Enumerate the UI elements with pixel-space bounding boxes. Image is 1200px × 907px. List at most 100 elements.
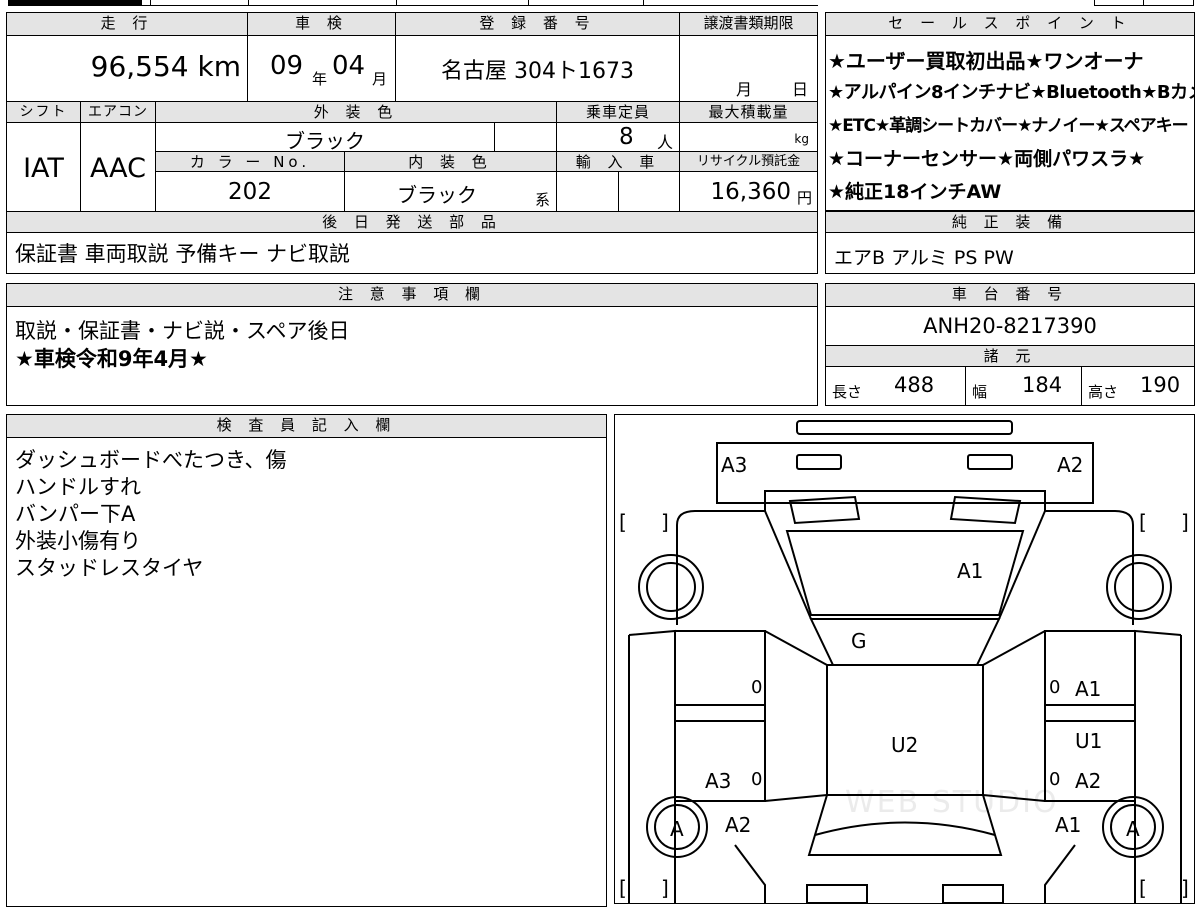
specs-width-cell: 幅 184 [965,366,1082,406]
specs-header: 諸 元 [825,345,1195,367]
dmg-left-lower-code: A3 [705,769,732,793]
notes-line-2: ★車検令和9年4月★ [15,347,208,371]
inspector-body: ダッシュボードべたつき、傷 ハンドルすれ バンパー下A 外装小傷有り スタッドレ… [6,437,607,907]
svg-text:[: [ [619,876,627,900]
ac-cell: AAC [80,122,156,212]
car-diagram: [ ] [ ] [ ] [ ] [619,420,1189,903]
transfer-cell: 月 日 [679,35,818,102]
dmg-right-upper-count: 0 [1049,677,1061,698]
sales-point-line-5: ★純正18インチAW [828,181,1002,203]
shaken-year: 09 [270,51,304,81]
transfer-header: 譲渡書類期限 [679,12,818,36]
load-cell: kg [679,122,818,152]
plate-value: 名古屋 304ト1673 [441,59,634,84]
interior-cell: ブラック 系 [344,171,557,212]
recycle-value: 16,360 [710,179,791,205]
interior-header: 内 装 色 [344,151,557,172]
sales-points-body: ★ユーザー買取初出品★ワンオーナ ★アルパイン8インチナビ★Bluetooth★… [825,35,1195,211]
genuine-equipment-value: エアB アルミ PS PW [834,247,1014,269]
svg-text:]: ] [1181,876,1189,900]
sales-point-line-1: ★ユーザー買取初出品★ワンオーナ [828,49,1144,73]
mileage-value: 96,554 km [90,50,241,83]
dmg-roof-glass: G [851,629,867,653]
dmg-roof: U2 [891,733,919,757]
inspector-box: 検 査 員 記 入 欄 ダッシュボードべたつき、傷 ハンドルすれ バンパー下A … [6,414,607,907]
load-header: 最大積載量 [679,101,818,123]
chassis-header: 車 台 番 号 [825,283,1195,307]
shaken-header: 車 検 [247,12,396,36]
svg-text:]: ] [661,510,669,534]
specs-length-cell: 長さ 488 [825,366,966,406]
ac-value: AAC [89,153,147,184]
sales-point-line-2: ★アルパイン8インチナビ★Bluetooth★Bカメ [828,82,1195,103]
chassis-value: ANH20-8217390 [923,314,1097,338]
load-unit: kg [794,132,809,146]
inspector-line-3: バンパー下A [15,502,136,526]
inspector-line-2: ハンドルすれ [15,475,141,499]
shift-value: IAT [23,153,64,184]
sales-point-line-4: ★コーナーセンサー★両側パワスラ★ [828,148,1146,170]
dmg-left-front-code: A2 [725,813,752,837]
notes-header: 注 意 事 項 欄 [6,283,818,307]
specs-height-value: 190 [1140,373,1181,397]
specs-height-label: 高さ [1088,383,1119,401]
plate-cell: 名古屋 304ト1673 [395,35,680,102]
summary-table: 走 行 車 検 登 録 番 号 譲渡書類期限 96,554 km 09 年 04… [6,12,818,274]
later-parts-value: 保証書 車両取説 予備キー ナビ取説 [15,242,351,266]
recycle-unit: 円 [796,189,812,207]
dmg-rear-right: A2 [1057,453,1084,477]
dmg-left-lower-count: 0 [751,769,763,790]
car-diagram-box: [ ] [ ] [ ] [ ] A3 A2 A1 G U2 0 A3 0 A2 … [614,414,1195,904]
later-parts-cell: 保証書 車両取説 予備キー ナビ取説 [6,232,818,274]
later-parts-header: 後 日 発 送 部 品 [6,211,818,233]
dmg-rear-left: A3 [721,453,748,477]
chassis-cell: ANH20-8217390 [825,306,1195,346]
genuine-equipment-cell: エアB アルミ PS PW [825,232,1195,274]
transfer-day-unit: 日 [792,80,809,99]
inspector-line-4: 外装小傷有り [15,529,141,553]
dmg-right-lower-code: A2 [1075,769,1102,793]
sales-points-header: セ ー ル ス ポ イ ン ト [825,12,1195,36]
top-strip-right [1094,0,1194,6]
shift-header: シフト [6,101,81,123]
seating-unit: 人 [657,133,674,152]
mileage-header: 走 行 [6,12,248,36]
mileage-cell: 96,554 km [6,35,248,102]
specs-length-label: 長さ [832,383,863,401]
shaken-month-unit: 月 [372,70,388,88]
shaken-year-unit: 年 [312,70,328,88]
seating-header: 乗車定員 [556,101,680,123]
recycle-header: リサイクル預託金 [679,151,818,172]
dmg-left-wheel-code: A [670,817,684,841]
svg-text:]: ] [1181,510,1189,534]
color-no-header: カ ラ ー No. [155,151,345,172]
interior-suffix: 系 [535,191,551,209]
notes-box: 注 意 事 項 欄 取説・保証書・ナビ説・スペア後日 ★車検令和9年4月★ [6,283,818,406]
inspector-line-5: スタッドレスタイヤ [15,556,204,580]
specs-width-label: 幅 [972,383,988,401]
color-no-cell: 202 [155,171,345,212]
dmg-right-upper-code: A1 [1075,677,1102,701]
dmg-left-side-count: 0 [751,677,763,698]
exterior-cell: ブラック [155,122,495,153]
sales-points-box: セ ー ル ス ポ イ ン ト ★ユーザー買取初出品★ワンオーナ ★アルパイン8… [825,12,1195,274]
watermark: WEB STUDIO [845,785,1059,820]
inspector-line-1: ダッシュボードべたつき、傷 [15,448,287,472]
svg-text:[: [ [1139,510,1147,534]
ac-header: エアコン [80,101,156,123]
genuine-equipment-header: 純 正 装 備 [825,211,1195,233]
exterior-header: 外 装 色 [155,101,557,123]
import-cell-2 [618,171,680,212]
recycle-cell: 16,360 円 [679,171,818,212]
transfer-month-unit: 月 [736,80,753,99]
svg-text:[: [ [1139,876,1147,900]
chassis-box: 車 台 番 号 ANH20-8217390 諸 元 長さ 488 幅 184 高… [825,283,1195,406]
seating-cell: 8 人 [556,122,680,152]
svg-text:]: ] [661,876,669,900]
notes-body: 取説・保証書・ナビ説・スペア後日 ★車検令和9年4月★ [6,306,818,406]
import-header: 輸 入 車 [556,151,680,172]
exterior-value: ブラック [285,129,365,153]
svg-text:[: [ [619,510,627,534]
color-no-value: 202 [228,179,272,205]
inspector-header: 検 査 員 記 入 欄 [6,414,607,438]
